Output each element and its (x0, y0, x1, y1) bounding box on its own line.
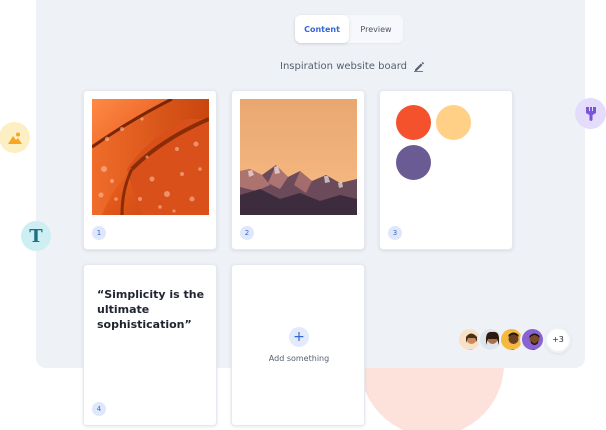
card-number: 3 (388, 226, 402, 240)
card-number: 2 (240, 226, 254, 240)
text-icon: T (21, 221, 51, 251)
pencil-icon[interactable] (413, 60, 425, 72)
board-card-2[interactable]: 2 (231, 90, 365, 250)
brush-icon (575, 98, 606, 129)
collaborator-avatars[interactable]: +3 (457, 326, 571, 353)
color-swatch-3 (396, 145, 431, 180)
image-icon (0, 122, 30, 153)
orange-water-drops-image (92, 99, 209, 215)
board-title-row: Inspiration website board (280, 58, 425, 74)
quote-text: “Simplicity is the ultimate sophisticati… (97, 288, 205, 331)
board-title: Inspiration website board (280, 60, 407, 72)
board-card-4[interactable]: “Simplicity is the ultimate sophisticati… (83, 264, 217, 426)
stage: Content Preview Inspiration website boar… (0, 0, 606, 430)
plus-icon[interactable]: + (289, 327, 309, 347)
tab-switcher: Content Preview (295, 15, 403, 43)
avatar[interactable] (520, 327, 545, 352)
add-something-label: Add something (268, 354, 330, 363)
add-card[interactable]: + Add something (231, 264, 365, 426)
mountain-sunset-image (240, 99, 357, 215)
board-card-3[interactable]: 3 (379, 90, 513, 250)
color-swatch-2 (436, 105, 471, 140)
card-number: 1 (92, 226, 106, 240)
more-collaborators-count[interactable]: +3 (545, 326, 571, 353)
board-card-1[interactable]: 1 (83, 90, 217, 250)
tab-content[interactable]: Content (295, 15, 349, 43)
tab-preview[interactable]: Preview (349, 15, 403, 43)
card-number: 4 (92, 402, 106, 416)
color-swatch-1 (396, 105, 431, 140)
